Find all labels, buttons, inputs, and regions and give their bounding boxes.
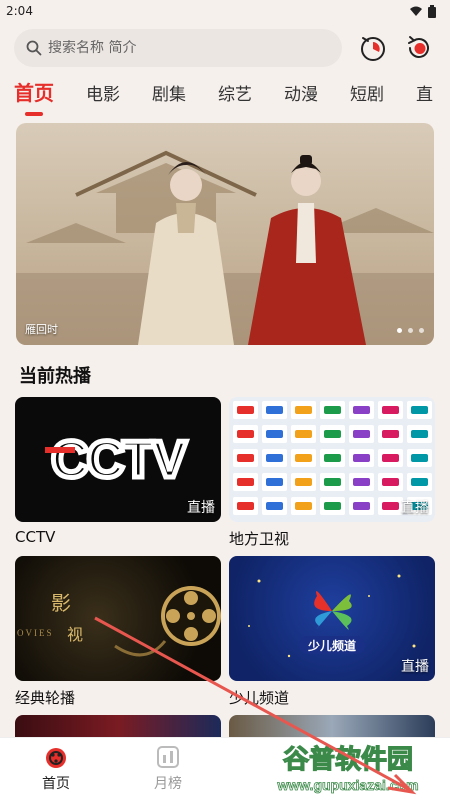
card-label: 经典轮播 [15, 689, 76, 707]
nav-monthly-chart[interactable]: 月榜 [112, 738, 224, 800]
card-thumbnail: 少儿频道 直播 [229, 556, 435, 681]
search-box[interactable] [14, 29, 342, 67]
film-reel-art: 影 视 OVIES [17, 586, 221, 657]
card-kids-channel[interactable]: 少儿频道 直播 少儿频道 [229, 556, 435, 708]
channel-logo-mark [237, 406, 254, 414]
channel-logo-mark [237, 502, 254, 510]
channel-logo-mark [295, 478, 312, 486]
channel-logo-mark [353, 406, 370, 414]
svg-text:影: 影 [51, 591, 71, 615]
card-local-tv[interactable]: 直播 地方卫视 [229, 397, 435, 549]
card-thumbnail: CCTV 直播 [15, 397, 221, 522]
svg-text:少儿频道: 少儿频道 [307, 638, 356, 653]
channel-logo-mark [411, 478, 428, 486]
channel-logo-mark [353, 430, 370, 438]
card-classic-replay[interactable]: 影 视 OVIES 经典轮播 [15, 556, 221, 708]
channel-logo-mark [237, 430, 254, 438]
hero-banner[interactable]: 雁回时 [16, 123, 434, 345]
channel-logo-mark [266, 430, 283, 438]
channel-logo-mark [324, 430, 341, 438]
status-bar: 2:04 [0, 0, 450, 22]
tab-anime[interactable]: 动漫 [284, 74, 318, 105]
card-thumbnail: 影 视 OVIES [15, 556, 221, 681]
banner-dot [397, 328, 402, 333]
status-time: 2:04 [6, 4, 33, 18]
channel-logo-mark [324, 454, 341, 462]
channel-logo-mark [353, 478, 370, 486]
channel-logo-mark [295, 454, 312, 462]
banner-image [16, 150, 434, 345]
card-thumbnail [229, 715, 435, 737]
channel-logo-mark [353, 454, 370, 462]
channel-logo-mark [324, 406, 341, 414]
status-icons [410, 4, 436, 18]
tab-live-partial[interactable]: 直 [416, 74, 433, 105]
banner-dot [419, 328, 424, 333]
search-icon [26, 40, 42, 56]
live-badge: 直播 [401, 659, 429, 675]
channel-logo-mark [382, 454, 399, 462]
nav-label: 月榜 [154, 776, 182, 792]
card-label: CCTV [15, 528, 56, 546]
history-icon [361, 37, 385, 61]
svg-text:视: 视 [67, 625, 83, 644]
tab-series[interactable]: 剧集 [152, 74, 186, 105]
card-thumbnail [15, 715, 221, 737]
nav-label: 首页 [42, 776, 70, 792]
channel-logo-mark [411, 406, 428, 414]
category-tabs: 首页 电影 剧集 综艺 动漫 短剧 直 [0, 74, 450, 118]
tab-variety[interactable]: 综艺 [218, 74, 252, 105]
refresh-icon [408, 36, 429, 58]
svg-text:OVIES: OVIES [17, 628, 54, 638]
channel-logo-mark [382, 430, 399, 438]
card-thumbnail: 直播 [229, 397, 435, 522]
channel-logo-mark [237, 454, 254, 462]
refresh-button[interactable] [404, 33, 434, 63]
card-cctv[interactable]: CCTV 直播 CCTV [15, 397, 221, 546]
section-title: 当前热播 [19, 366, 91, 387]
tab-movies[interactable]: 电影 [86, 74, 120, 105]
live-badge: 直播 [401, 500, 429, 516]
banner-caption: 雁回时 [25, 323, 58, 336]
card-partial-left[interactable] [15, 715, 221, 737]
channel-logo-mark [411, 430, 428, 438]
home-icon [46, 748, 66, 768]
channel-logo-mark [324, 502, 341, 510]
svg-text:CCTV: CCTV [51, 431, 187, 489]
channel-logo-mark [266, 478, 283, 486]
channel-logo-mark [295, 406, 312, 414]
channel-logo-mark [411, 454, 428, 462]
channel-logo-mark [382, 502, 399, 510]
history-button[interactable] [358, 33, 388, 63]
tab-home[interactable]: 首页 [14, 74, 54, 106]
channel-logo-mark [382, 406, 399, 414]
live-badge: 直播 [187, 500, 215, 516]
ranking-icon [157, 746, 179, 768]
channel-logo-mark [353, 502, 370, 510]
bottom-nav: 首页 月榜 [0, 737, 450, 800]
search-input[interactable] [48, 40, 308, 56]
wifi-icon [410, 6, 422, 16]
battery-icon [428, 4, 436, 18]
nav-home[interactable]: 首页 [0, 738, 112, 800]
tab-short-drama[interactable]: 短剧 [350, 74, 384, 105]
banner-pagination [397, 328, 424, 333]
channel-logo-mark [295, 430, 312, 438]
card-label: 少儿频道 [229, 689, 290, 707]
top-bar [0, 26, 450, 70]
channel-logo-mark [237, 478, 254, 486]
card-partial-right[interactable] [229, 715, 435, 737]
channel-logo-mark [266, 454, 283, 462]
channel-logo-mark [382, 478, 399, 486]
channel-logo-mark [295, 502, 312, 510]
channel-logo-mark [266, 502, 283, 510]
card-label: 地方卫视 [229, 530, 290, 548]
channel-logo-mark [324, 478, 341, 486]
banner-dot [408, 328, 413, 333]
channel-logo-mark [266, 406, 283, 414]
